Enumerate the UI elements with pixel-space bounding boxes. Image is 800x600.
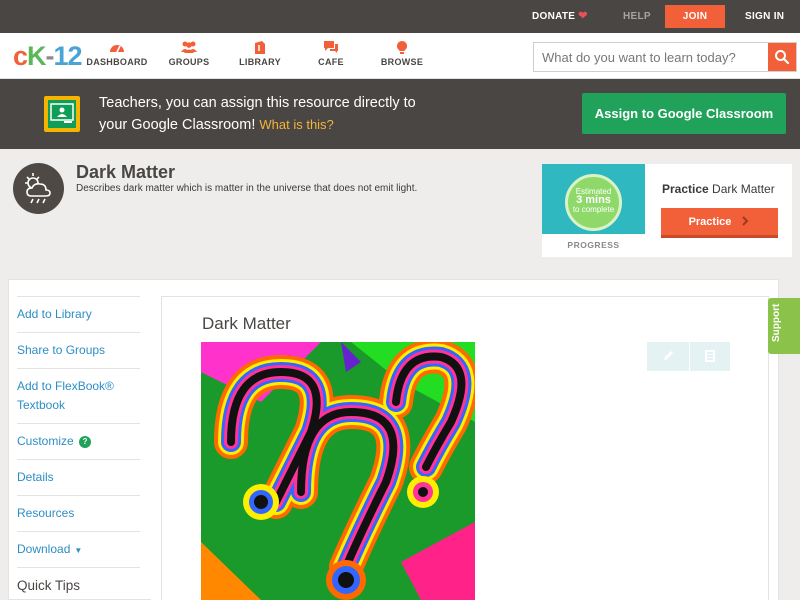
google-classroom-icon <box>44 96 80 132</box>
logo-dash: - <box>45 41 55 71</box>
support-label: Support <box>771 303 782 342</box>
nav-browse-label: BROWSE <box>380 57 424 67</box>
ck12-logo[interactable]: cK-12 <box>13 41 83 71</box>
library-icon <box>225 33 295 57</box>
content-tools <box>647 342 730 371</box>
notes-button[interactable] <box>689 342 730 371</box>
add-to-flexbook-link[interactable]: Add to FlexBook® Textbook <box>17 368 140 415</box>
main-header: cK-12 DASHBOARD GROUPS LIBRARY CAFE BROW… <box>0 33 800 79</box>
sign-in-link[interactable]: SIGN IN <box>745 0 784 33</box>
nav-browse[interactable]: BROWSE <box>367 33 437 79</box>
help-link[interactable]: HELP <box>623 0 651 33</box>
quick-tips-heading: Quick Tips <box>17 567 140 595</box>
estimated-complete-label: to complete <box>572 205 615 214</box>
nav-cafe-label: CAFE <box>318 57 344 67</box>
chevron-right-icon <box>742 216 749 226</box>
nav-dashboard[interactable]: DASHBOARD <box>82 33 152 79</box>
content-title: Dark Matter <box>202 314 291 333</box>
google-classroom-message: Teachers, you can assign this resource d… <box>99 93 416 136</box>
search-button[interactable] <box>768 43 796 71</box>
nav-dashboard-label: DASHBOARD <box>86 57 148 67</box>
browse-icon <box>367 33 437 57</box>
search-box <box>533 42 797 72</box>
practice-title: Practice Dark Matter <box>662 182 775 196</box>
groups-icon <box>154 33 224 57</box>
assign-to-google-classroom-button[interactable]: Assign to Google Classroom <box>582 93 786 134</box>
details-link[interactable]: Details <box>17 459 140 487</box>
banner-line-2: your Google Classroom! <box>99 117 256 133</box>
practice-title-rest: Dark Matter <box>712 182 775 196</box>
share-to-groups-link[interactable]: Share to Groups <box>17 332 140 360</box>
help-icon[interactable]: ? <box>79 436 92 448</box>
search-input[interactable] <box>534 43 769 71</box>
estimated-minutes: 3 mins <box>576 194 611 206</box>
add-to-library-link[interactable]: Add to Library <box>17 296 140 324</box>
resources-link[interactable]: Resources <box>17 495 140 523</box>
nav-library[interactable]: LIBRARY <box>225 33 295 79</box>
donate-label: DONATE <box>532 11 576 22</box>
download-link[interactable]: Download ▼ <box>17 531 140 560</box>
notes-icon <box>705 350 715 362</box>
nav-groups-label: GROUPS <box>168 57 210 67</box>
join-button[interactable]: JOIN <box>665 5 725 28</box>
logo-c: c <box>13 41 28 71</box>
top-bar: DONATE ❤ HELP JOIN SIGN IN <box>0 0 800 33</box>
estimated-time-badge: Estimated 3 mins to complete <box>565 174 622 231</box>
annotate-button[interactable] <box>647 342 688 371</box>
banner-line-1: Teachers, you can assign this resource d… <box>99 95 416 111</box>
dark-matter-image <box>201 342 475 600</box>
logo-12: 12 <box>53 41 83 71</box>
google-classroom-banner: Teachers, you can assign this resource d… <box>0 79 800 149</box>
donate-link[interactable]: DONATE ❤ <box>532 0 588 33</box>
resource-title: Dark Matter <box>76 162 176 182</box>
nav-library-label: LIBRARY <box>239 57 281 67</box>
progress-label: PROGRESS <box>567 240 620 250</box>
customize-label: Customize <box>17 434 74 448</box>
nav-cafe[interactable]: CAFE <box>296 33 366 79</box>
heart-icon: ❤ <box>578 10 588 22</box>
weather-icon <box>13 163 64 214</box>
practice-title-bold: Practice <box>662 182 709 196</box>
practice-button[interactable]: Practice <box>661 208 778 238</box>
resource-description: Describes dark matter which is matter in… <box>76 183 418 194</box>
caret-down-icon: ▼ <box>74 546 83 555</box>
nav-groups[interactable]: GROUPS <box>154 33 224 79</box>
practice-thumbnail: Estimated 3 mins to complete <box>542 164 645 234</box>
download-label: Download <box>17 542 71 556</box>
dashboard-icon <box>82 33 152 57</box>
practice-button-label: Practice <box>688 216 732 228</box>
practice-card: Estimated 3 mins to complete PROGRESS Pr… <box>542 164 792 257</box>
pencil-icon <box>663 351 673 361</box>
what-is-this-link[interactable]: What is this? <box>259 117 333 132</box>
search-icon <box>775 50 790 65</box>
customize-link[interactable]: Customize ? <box>17 423 140 451</box>
resource-sidebar: Add to Library Share to Groups Add to Fl… <box>8 279 151 600</box>
logo-k: K <box>27 41 46 71</box>
support-tab[interactable]: Support <box>768 298 800 354</box>
cafe-icon <box>296 33 366 57</box>
